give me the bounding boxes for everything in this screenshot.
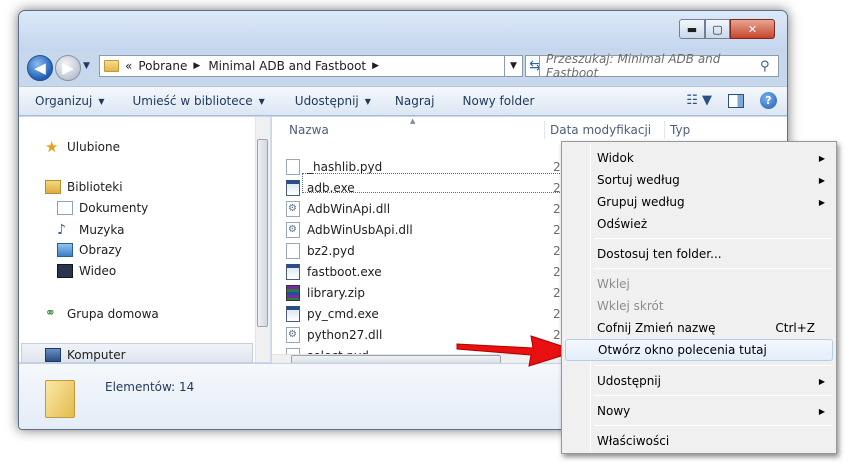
menu-item-share[interactable]: Udostępnij ▶ bbox=[565, 370, 833, 392]
chevron-down-icon: ▼ bbox=[98, 96, 105, 106]
menu-separator bbox=[594, 425, 832, 426]
breadcrumb-pobrane[interactable]: Pobrane bbox=[138, 59, 187, 73]
burn-button[interactable]: Nagraj bbox=[395, 94, 435, 108]
computer-icon bbox=[45, 348, 61, 362]
menu-separator bbox=[594, 365, 832, 366]
minimize-button[interactable]: ▬ bbox=[679, 19, 705, 39]
folder-icon bbox=[45, 380, 75, 418]
menu-item-properties[interactable]: Właściwości bbox=[565, 430, 833, 452]
menu-item-sort-by[interactable]: Sortuj według ▶ bbox=[565, 169, 833, 191]
sidebar-item-pictures[interactable]: Obrazy bbox=[57, 243, 122, 257]
chevron-down-icon: ▼ bbox=[364, 96, 371, 106]
include-library-button[interactable]: Umieść w bibliotece ▼ bbox=[132, 94, 264, 108]
sort-ascending-icon: ▲ bbox=[410, 117, 416, 125]
menu-item-open-command-window[interactable]: Otwórz okno polecenia tutaj bbox=[565, 339, 833, 361]
menu-item-new[interactable]: Nowy ▶ bbox=[565, 400, 833, 422]
back-button[interactable]: ◀ bbox=[27, 55, 53, 81]
dll-icon bbox=[286, 327, 300, 343]
sidebar-item-videos[interactable]: Wideo bbox=[57, 264, 116, 278]
executable-icon bbox=[286, 180, 300, 196]
column-header-date[interactable]: Data modyfikacji bbox=[550, 117, 651, 143]
sidebar-item-computer[interactable]: Komputer bbox=[45, 348, 126, 362]
breadcrumb-overflow[interactable]: « bbox=[125, 59, 132, 73]
item-count: Elementów: 14 bbox=[105, 380, 195, 394]
executable-icon bbox=[286, 264, 300, 280]
folder-icon bbox=[104, 60, 119, 72]
breadcrumb-current[interactable]: Minimal ADB and Fastboot bbox=[208, 59, 366, 73]
address-bar[interactable]: « Pobrane ▶ Minimal ADB and Fastboot ▶ bbox=[99, 55, 505, 77]
help-icon[interactable]: ? bbox=[760, 92, 777, 109]
column-divider[interactable] bbox=[664, 121, 665, 139]
title-bar: ▬ ▢ ✕ bbox=[19, 11, 787, 51]
video-icon bbox=[57, 264, 73, 278]
sidebar-item-homegroup[interactable]: ⚭ Grupa domowa bbox=[45, 306, 159, 321]
menu-separator bbox=[594, 395, 832, 396]
music-note-icon: ♪ bbox=[57, 222, 66, 238]
file-icon bbox=[286, 243, 300, 259]
sidebar-item-music[interactable]: ♪ Muzyka bbox=[57, 222, 124, 238]
homegroup-icon: ⚭ bbox=[45, 306, 56, 321]
archive-icon bbox=[286, 285, 300, 301]
executable-icon bbox=[286, 306, 300, 322]
document-icon bbox=[57, 201, 73, 215]
search-placeholder: Przeszukaj: Minimal ADB and Fastboot bbox=[546, 52, 721, 80]
sidebar-item-libraries[interactable]: Biblioteki bbox=[45, 180, 123, 194]
navigation-pane: ★ Ulubione Biblioteki Dokumenty ♪ Muzyka O… bbox=[19, 117, 271, 363]
menu-item-view[interactable]: Widok ▶ bbox=[565, 147, 833, 169]
new-folder-button[interactable]: Nowy folder bbox=[463, 94, 535, 108]
menu-item-customize[interactable]: Dostosuj ten folder... bbox=[565, 243, 833, 265]
shortcut-label: Ctrl+Z bbox=[775, 321, 815, 335]
submenu-arrow-icon: ▶ bbox=[818, 197, 825, 207]
search-icon[interactable]: ⚲ bbox=[760, 59, 778, 74]
preview-pane-icon[interactable] bbox=[728, 93, 744, 108]
view-options-icon[interactable]: ☷ ▼ bbox=[686, 93, 712, 108]
search-input[interactable]: Przeszukaj: Minimal ADB and Fastboot ⚲ bbox=[539, 52, 779, 80]
command-bar: Organizuj ▼ Umieść w bibliotece ▼ Udostępn… bbox=[19, 86, 787, 116]
chevron-right-icon[interactable]: ▶ bbox=[372, 61, 379, 71]
submenu-arrow-icon: ▶ bbox=[818, 376, 825, 386]
address-dropdown-icon[interactable]: ▼ bbox=[505, 55, 523, 77]
library-icon bbox=[45, 180, 61, 194]
file-icon bbox=[286, 159, 300, 175]
picture-icon bbox=[57, 243, 73, 257]
dll-icon bbox=[286, 222, 300, 238]
chevron-right-icon[interactable]: ▶ bbox=[193, 61, 200, 71]
column-header-name[interactable]: Nazwa bbox=[289, 117, 329, 143]
menu-item-refresh[interactable]: Odśwież bbox=[565, 213, 833, 235]
maximize-button[interactable]: ▢ bbox=[705, 19, 730, 39]
menu-item-paste: Wklej bbox=[597, 277, 630, 291]
menu-item-undo-rename[interactable]: Cofnij Zmień nazwę Ctrl+Z bbox=[565, 317, 833, 339]
column-header-type[interactable]: Typ bbox=[670, 117, 690, 143]
submenu-arrow-icon: ▶ bbox=[818, 153, 825, 163]
history-dropdown-icon[interactable]: ▼ bbox=[83, 61, 90, 71]
share-button[interactable]: Udostępnij ▼ bbox=[295, 94, 371, 108]
context-menu: Widok ▶ Sortuj według ▶ Grupuj według ▶ Odś… bbox=[561, 141, 837, 454]
menu-item-group-by[interactable]: Grupuj według ▶ bbox=[565, 191, 833, 213]
column-divider[interactable] bbox=[544, 121, 545, 139]
submenu-arrow-icon: ▶ bbox=[818, 406, 825, 416]
menu-separator bbox=[594, 268, 832, 269]
chevron-down-icon: ▼ bbox=[258, 96, 265, 106]
close-button[interactable]: ✕ bbox=[730, 19, 775, 39]
sidebar-item-favorites[interactable]: ★ Ulubione bbox=[45, 138, 120, 156]
menu-item-paste-shortcut: Wklej skrót bbox=[597, 299, 664, 313]
menu-separator bbox=[594, 238, 832, 239]
submenu-arrow-icon: ▶ bbox=[818, 175, 825, 185]
star-icon: ★ bbox=[45, 138, 59, 156]
nav-scrollbar-thumb[interactable] bbox=[257, 139, 268, 327]
organize-button[interactable]: Organizuj ▼ bbox=[35, 94, 104, 108]
sidebar-item-documents[interactable]: Dokumenty bbox=[57, 201, 148, 215]
forward-button[interactable]: ▶ bbox=[55, 55, 81, 81]
dll-icon bbox=[286, 201, 300, 217]
